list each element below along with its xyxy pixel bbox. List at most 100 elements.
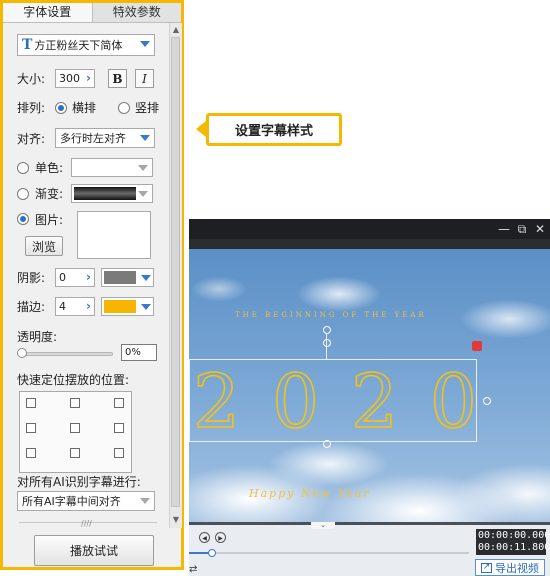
play-preview-button[interactable]: 播放试试: [34, 535, 154, 566]
ai-subtitle-label: 对所有AI识别字幕进行:: [17, 475, 141, 489]
font-size-value: 300: [59, 72, 80, 85]
position-top-right[interactable]: [114, 398, 124, 408]
video-canvas[interactable]: THE BEGINNING OF THE YEAR 2 0 2 0 Happy …: [189, 249, 550, 522]
align-value: 多行时左对齐: [60, 132, 126, 145]
solid-color-radio[interactable]: [17, 161, 29, 174]
ai-subtitle-align-dropdown[interactable]: 所有AI字幕中间对齐: [17, 491, 155, 511]
year-digit: 2: [350, 359, 399, 445]
shadow-input[interactable]: 0 ›: [55, 268, 95, 287]
size-label: 大小:: [17, 72, 46, 86]
chevron-down-icon: [140, 41, 150, 47]
gradient-label: 渐变:: [35, 187, 64, 201]
tagline-text: THE BEGINNING OF THE YEAR: [235, 311, 427, 319]
position-middle-left[interactable]: [26, 423, 36, 433]
chevron-down-icon: [141, 275, 151, 281]
position-bottom-left[interactable]: [26, 448, 36, 458]
scroll-up-icon[interactable]: ▲: [170, 24, 182, 36]
position-bottom-right[interactable]: [114, 448, 124, 458]
preview-gap: [189, 239, 550, 249]
playback-progress-track[interactable]: [189, 552, 469, 554]
script-subtitle-text: Happy New Year: [249, 487, 371, 500]
settings-scroll-area: T 方正粉丝天下简体 大小: 300 › B I 排列: 横排 竖排 对齐: 多…: [3, 22, 168, 528]
ai-subtitle-align-value: 所有AI字幕中间对齐: [22, 495, 121, 508]
callout-text: 设置字幕样式: [234, 124, 313, 139]
position-middle-center[interactable]: [70, 423, 80, 433]
italic-button[interactable]: I: [135, 69, 154, 88]
panel-tabs: 字体设置 特效参数: [3, 3, 181, 23]
scrollbar-thumb[interactable]: [171, 37, 180, 507]
callout-arrow: [196, 121, 206, 137]
stroke-label: 描边:: [17, 300, 46, 314]
delete-subtitle-icon[interactable]: [472, 341, 482, 351]
drag-grip-icon[interactable]: ////: [81, 519, 92, 528]
chevron-down-icon: [140, 498, 150, 504]
opacity-slider[interactable]: [19, 352, 113, 356]
stroke-input[interactable]: 4 ›: [55, 297, 95, 316]
subtitle-year-text: 2 0 2 0: [192, 359, 478, 445]
shadow-color-picker[interactable]: [101, 268, 154, 287]
arrange-label: 排列:: [17, 101, 46, 115]
shadow-value: 0: [59, 271, 66, 284]
horizontal-radio[interactable]: [55, 101, 67, 114]
solid-color-picker[interactable]: [71, 158, 153, 177]
chevron-down-icon: [138, 165, 148, 171]
image-preview-box[interactable]: [77, 211, 151, 259]
rotate-handle[interactable]: [323, 326, 331, 334]
prev-frame-icon[interactable]: ◀: [199, 532, 210, 543]
restore-icon[interactable]: ⧉: [515, 222, 529, 236]
vertical-label: 竖排: [135, 101, 160, 115]
export-label: 导出视频: [495, 561, 539, 575]
panel-scrollbar[interactable]: ▲ ▼: [169, 23, 182, 528]
opacity-slider-knob[interactable]: [17, 348, 27, 358]
current-time: 00:00:00.000: [478, 530, 550, 541]
minimize-icon[interactable]: —: [497, 222, 511, 236]
chevron-down-icon: [140, 135, 150, 141]
opacity-label: 透明度:: [17, 330, 58, 344]
vertical-radio[interactable]: [118, 101, 131, 114]
tab-font-settings[interactable]: 字体设置: [3, 3, 93, 22]
gradient-picker[interactable]: [71, 184, 153, 203]
gradient-swatch: [74, 187, 136, 200]
playback-progress-knob[interactable]: [208, 549, 216, 557]
position-bottom-center[interactable]: [70, 448, 80, 458]
gradient-radio[interactable]: [17, 187, 29, 200]
stroke-color-picker[interactable]: [101, 297, 154, 316]
video-preview-window: — ⧉ ✕ THE BEGINNING OF THE YEAR 2 0 2 0 …: [189, 219, 550, 576]
browse-button[interactable]: 浏览: [25, 236, 63, 256]
position-top-center[interactable]: [70, 398, 80, 408]
tab-effect-params[interactable]: 特效参数: [92, 3, 181, 22]
export-icon: ↗: [481, 561, 492, 573]
bold-button[interactable]: B: [108, 69, 127, 88]
share-icon[interactable]: ⇄: [189, 564, 197, 575]
next-frame-icon[interactable]: ▶: [215, 532, 226, 543]
align-dropdown[interactable]: 多行时左对齐: [55, 128, 155, 148]
resize-handle-top[interactable]: [323, 339, 331, 347]
chevron-right-icon: ›: [86, 71, 91, 85]
playback-bar: ⌄ ◀ ▶ 00:00:00.000 00:00:11.800 ↗ 导出视频 ⇄: [189, 522, 550, 576]
position-middle-right[interactable]: [114, 423, 124, 433]
image-fill-radio[interactable]: [17, 213, 29, 225]
image-fill-label: 图片:: [35, 213, 64, 227]
stroke-color-swatch: [104, 300, 136, 313]
year-digit: 0: [271, 359, 320, 445]
close-icon[interactable]: ✕: [533, 222, 547, 236]
total-time: 00:00:11.800: [478, 542, 550, 553]
position-top-left[interactable]: [26, 398, 36, 408]
stroke-value: 4: [59, 300, 66, 313]
preview-titlebar: — ⧉ ✕: [189, 219, 550, 239]
resize-handle-right[interactable]: [483, 397, 491, 405]
quick-position-label: 快速定位摆放的位置:: [17, 373, 130, 387]
chevron-down-icon: [138, 191, 148, 197]
export-video-button[interactable]: ↗ 导出视频: [475, 559, 545, 576]
year-digit: 2: [192, 359, 241, 445]
font-family-dropdown[interactable]: T 方正粉丝天下简体: [17, 34, 155, 56]
scroll-down-icon[interactable]: ▼: [170, 514, 182, 526]
opacity-input[interactable]: 0%: [121, 344, 157, 361]
font-size-input[interactable]: 300 ›: [55, 69, 95, 88]
font-family-value: 方正粉丝天下简体: [34, 39, 123, 52]
chevron-right-icon: ›: [86, 270, 91, 284]
collapse-toggle[interactable]: ⌄: [311, 522, 335, 529]
year-digit: 0: [429, 359, 478, 445]
position-grid: [19, 391, 132, 473]
chevron-down-icon: [141, 304, 151, 310]
